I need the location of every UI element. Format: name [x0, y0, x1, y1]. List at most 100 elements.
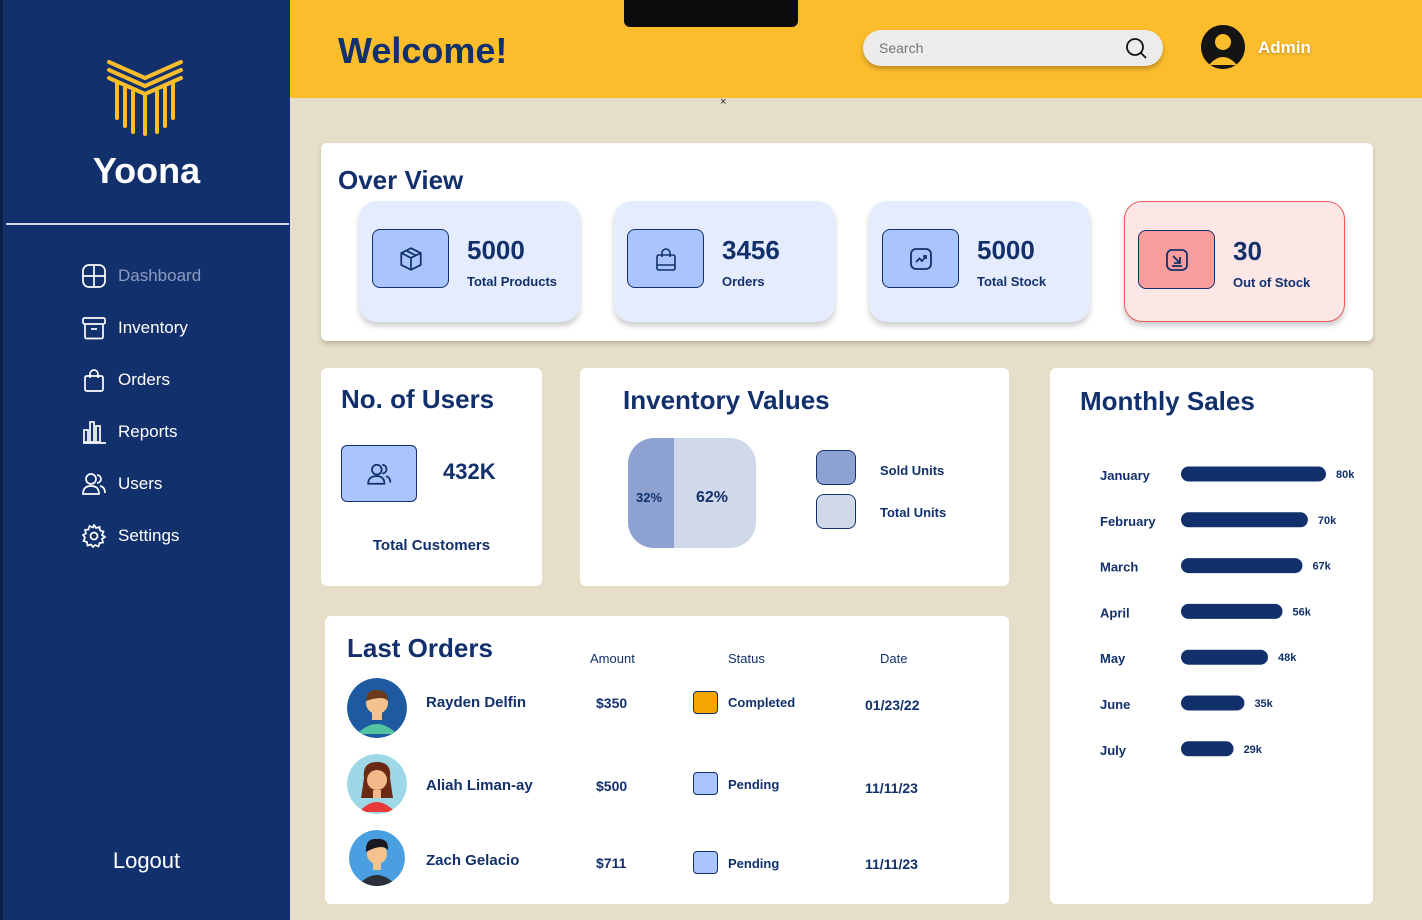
last-orders-card: Last Orders Amount Status Date Rayden De…	[325, 616, 1009, 904]
box-icon	[372, 229, 449, 288]
users-card: No. of Users 432K Total Customers	[321, 368, 542, 586]
shopping-bag-icon	[81, 368, 106, 393]
search-input[interactable]	[879, 40, 1125, 56]
sidebar-item-label: Users	[118, 474, 163, 493]
sidebar-item-orders[interactable]: Orders	[81, 365, 170, 395]
sidebar-item-label: Reports	[118, 422, 178, 441]
customer-name: Rayden Delfin	[426, 694, 527, 711]
sidebar-item-label: Inventory	[118, 318, 188, 337]
sales-bar[interactable]	[1181, 603, 1283, 619]
legend-label-total: Total Units	[880, 505, 947, 520]
users-icon	[81, 472, 106, 497]
sidebar-item-dashboard[interactable]: Dashboard	[81, 261, 201, 291]
sidebar-item-inventory[interactable]: Inventory	[81, 313, 188, 343]
stat-label: Total Stock	[977, 274, 1047, 289]
column-header-amount: Amount	[590, 651, 635, 666]
legend-label-sold: Sold Units	[880, 463, 945, 478]
camera-notch	[624, 0, 798, 27]
table-row[interactable]: Zach Gelacio $711 Pending 11/11/23	[325, 830, 1009, 892]
overview-card: Over View 5000 Total Products 3456 Order…	[321, 143, 1373, 341]
archive-icon	[81, 316, 106, 341]
dashboard-icon	[81, 264, 106, 289]
stat-value: 5000	[977, 235, 1035, 265]
gear-icon	[81, 524, 106, 549]
stat-value: 3456	[722, 235, 780, 265]
status-text: Pending	[728, 777, 780, 792]
customer-name: Aliah Liman-ay	[426, 777, 533, 794]
sales-bar[interactable]	[1181, 558, 1303, 574]
month-label: May	[1100, 651, 1126, 666]
users-count: 432K	[443, 459, 496, 484]
inventory-values-card: Inventory Values 32% 62% Sold Units Tota…	[580, 368, 1009, 586]
shopping-bag-icon	[627, 229, 704, 288]
status-text: Completed	[728, 695, 796, 710]
month-label: January	[1100, 468, 1151, 483]
stat-value: 30	[1233, 236, 1262, 266]
sidebar-item-reports[interactable]: Reports	[81, 417, 178, 447]
monthly-sales-chart: January 80k February 70k March 67k April 56k May…	[1100, 466, 1355, 758]
sales-bar[interactable]	[1181, 466, 1326, 482]
column-header-status: Status	[728, 651, 765, 666]
logout-button[interactable]: Logout	[3, 848, 290, 874]
order-amount: $500	[596, 778, 628, 794]
order-date: 11/11/23	[865, 856, 918, 872]
sidebar: Yoona Dashboard Inventory Orders Reports…	[0, 0, 290, 920]
bar-value-label: 56k	[1293, 606, 1312, 618]
trending-up-icon	[882, 229, 959, 288]
stat-label: Total Products	[467, 274, 558, 289]
order-date: 01/23/22	[865, 697, 920, 713]
sidebar-item-label: Orders	[118, 370, 170, 389]
sidebar-item-users[interactable]: Users	[81, 469, 162, 499]
search-bar	[863, 30, 1163, 66]
avatar	[347, 678, 407, 738]
month-label: April	[1100, 605, 1130, 620]
monthly-sales-card: Monthly Sales January 80k February 70k March…	[1050, 368, 1373, 904]
brand-name: Yoona	[92, 150, 201, 191]
order-amount: $711	[596, 855, 627, 871]
yoona-logo-icon	[107, 60, 183, 136]
bar-value-label: 48k	[1278, 652, 1297, 664]
sidebar-divider	[6, 223, 289, 225]
table-row[interactable]: Rayden Delfin $350 Completed 01/23/22	[325, 678, 1009, 740]
month-label: March	[1100, 560, 1138, 575]
stat-total-stock[interactable]: 5000 Total Stock	[869, 201, 1090, 322]
sales-bar[interactable]	[1181, 512, 1308, 528]
table-row[interactable]: Aliah Liman-ay $500 Pending 11/11/23	[325, 754, 1009, 816]
user-avatar-icon	[1201, 25, 1245, 69]
bar-chart-icon	[81, 420, 106, 445]
sales-bar[interactable]	[1181, 695, 1245, 711]
stat-total-products[interactable]: 5000 Total Products	[359, 201, 580, 322]
bar-value-label: 67k	[1312, 561, 1331, 573]
stat-label: Out of Stock	[1233, 275, 1311, 290]
admin-avatar[interactable]	[1201, 25, 1245, 69]
admin-label[interactable]: Admin	[1258, 38, 1311, 58]
month-label: February	[1100, 514, 1156, 529]
total-pct-label: 62%	[696, 489, 728, 506]
avatar	[347, 754, 407, 814]
search-icon[interactable]	[1125, 37, 1147, 59]
order-amount: $350	[596, 695, 628, 711]
legend-swatch-sold	[816, 450, 856, 485]
header: Welcome! Admin	[290, 0, 1422, 98]
inventory-split-graphic: 32% 62%	[628, 438, 756, 548]
avatar	[349, 830, 405, 886]
stat-orders[interactable]: 3456 Orders	[614, 201, 835, 322]
status-badge	[693, 691, 718, 714]
month-label: June	[1100, 697, 1130, 712]
users-label: Total Customers	[372, 537, 491, 554]
bar-value-label: 70k	[1318, 515, 1337, 527]
bar-value-label: 35k	[1254, 698, 1273, 710]
bar-value-label: 80k	[1336, 469, 1355, 481]
sidebar-item-settings[interactable]: Settings	[81, 521, 179, 551]
stat-out-of-stock[interactable]: 30 Out of Stock	[1124, 201, 1345, 322]
close-icon[interactable]: ×	[720, 96, 726, 108]
inventory-values-title: Inventory Values	[623, 385, 830, 415]
status-text: Pending	[728, 856, 780, 871]
overview-title: Over View	[338, 165, 464, 195]
status-badge	[693, 851, 718, 874]
stat-label: Orders	[722, 274, 765, 289]
sales-bar[interactable]	[1181, 741, 1234, 757]
sales-bar[interactable]	[1181, 649, 1268, 665]
last-orders-title: Last Orders	[347, 633, 493, 663]
users-icon	[341, 445, 417, 502]
